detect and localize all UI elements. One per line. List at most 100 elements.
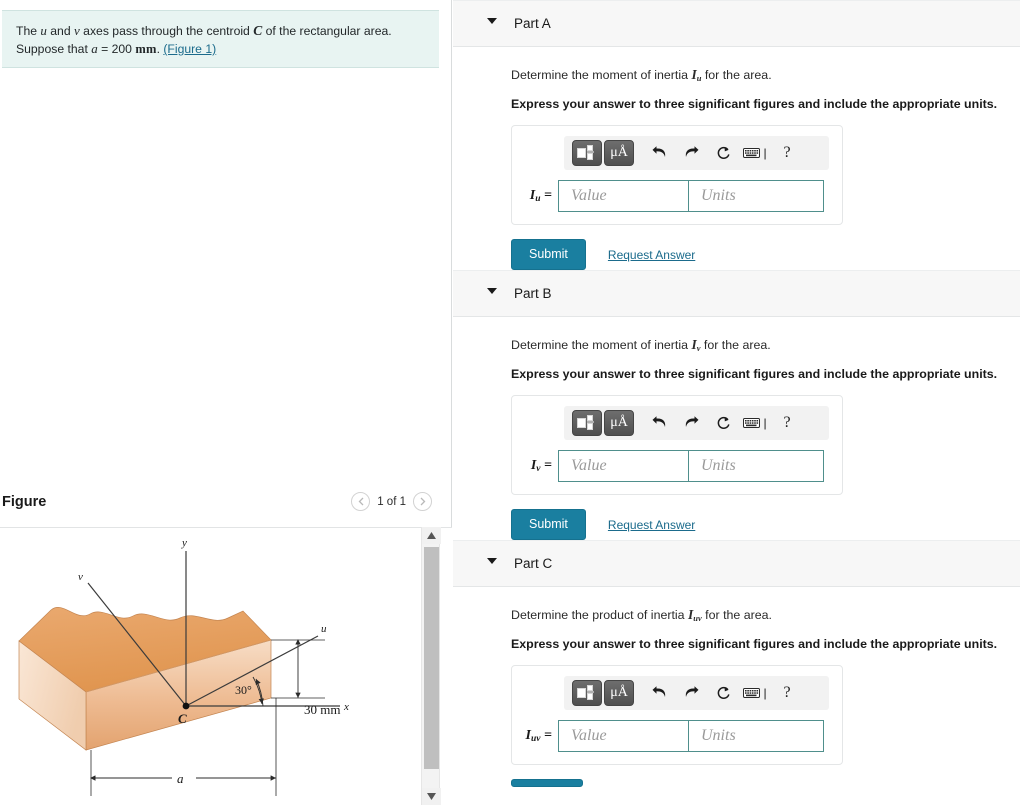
redo-icon xyxy=(685,416,698,427)
toolbar-undo-button[interactable] xyxy=(644,410,674,436)
request-answer-link-a[interactable]: Request Answer xyxy=(608,248,695,262)
prompt-prefix: Determine the product of inertia xyxy=(511,608,689,622)
answer-box-a: μÅ | ? Iu = Value Units xyxy=(511,125,843,225)
chevron-left-icon xyxy=(358,497,364,506)
prompt-suffix: for the area. xyxy=(701,68,772,82)
figure-diagram: y x u v C 30° 30 mm a xyxy=(18,537,349,796)
value-placeholder: Value xyxy=(571,187,607,204)
part-header-c[interactable]: Part C xyxy=(453,540,1020,587)
toolbar-undo-button[interactable] xyxy=(644,680,674,706)
units-mu-angstrom-icon: μÅ xyxy=(610,145,628,160)
statement-mid: and xyxy=(46,24,74,38)
triangle-up-icon xyxy=(427,532,436,539)
part-title-b: Part B xyxy=(514,286,552,301)
chevron-right-icon xyxy=(420,497,425,506)
problem-statement-text: The u and v axes pass through the centro… xyxy=(16,22,425,58)
keyboard-icon: | xyxy=(743,686,767,700)
toolbar-redo-button[interactable] xyxy=(676,140,706,166)
value-input-c[interactable]: Value xyxy=(558,720,688,752)
figure-prev-button[interactable] xyxy=(351,492,371,511)
answer-input-row-a: Iu = Value Units xyxy=(522,180,832,212)
answer-input-row-b: Iv = Value Units xyxy=(522,450,832,482)
units-input-b[interactable]: Units xyxy=(688,450,824,482)
answer-label-equals: = xyxy=(540,457,552,473)
caret-down-icon[interactable] xyxy=(487,18,497,24)
template-icon xyxy=(577,145,594,160)
scroll-up-button[interactable] xyxy=(422,527,441,544)
figure-panel-title: Figure xyxy=(2,494,47,510)
submit-button-a[interactable]: Submit xyxy=(511,239,586,270)
height-label: 30 mm xyxy=(304,702,340,717)
answer-label-equals: = xyxy=(540,727,552,743)
help-icon: ? xyxy=(783,684,791,701)
toolbar-undo-button[interactable] xyxy=(644,140,674,166)
toolbar-keyboard-button[interactable]: | xyxy=(740,680,770,706)
answer-label-equals: = xyxy=(540,187,552,203)
centroid-point xyxy=(182,702,190,710)
caret-down-icon[interactable] xyxy=(487,288,497,294)
left-panel: The u and v axes pass through the centro… xyxy=(0,0,452,805)
v-axis-label: v xyxy=(78,571,83,583)
submit-button-c[interactable] xyxy=(511,779,583,787)
units-input-a[interactable]: Units xyxy=(688,180,824,212)
toolbar-units-mu-angstrom-button[interactable]: μÅ xyxy=(604,140,634,166)
submit-button-b[interactable]: Submit xyxy=(511,509,586,540)
toolbar-reset-button[interactable] xyxy=(708,680,738,706)
toolbar-template-button[interactable] xyxy=(572,140,602,166)
toolbar-help-button[interactable]: ? xyxy=(772,680,802,706)
part-body-a: Determine the moment of inertia Iu for t… xyxy=(453,47,1020,270)
problem-statement-box: The u and v axes pass through the centro… xyxy=(2,10,439,68)
parts-panel: Part A Determine the moment of inertia I… xyxy=(453,0,1020,805)
part-section-c: Part C Determine the product of inertia … xyxy=(453,540,1020,787)
toolbar-reset-button[interactable] xyxy=(708,140,738,166)
toolbar-keyboard-button[interactable]: | xyxy=(740,140,770,166)
help-icon: ? xyxy=(783,414,791,431)
toolbar-units-mu-angstrom-button[interactable]: μÅ xyxy=(604,680,634,706)
toolbar-redo-button[interactable] xyxy=(676,680,706,706)
figure-header: Figure 1 of 1 xyxy=(0,492,452,526)
undo-icon xyxy=(652,686,665,697)
scroll-down-button[interactable] xyxy=(422,788,441,805)
figure-next-button[interactable] xyxy=(413,492,432,511)
undo-icon xyxy=(652,146,665,157)
a-value: = 200 xyxy=(97,42,136,56)
part-header-b[interactable]: Part B xyxy=(453,270,1020,317)
answer-input-row-c: Iuv = Value Units xyxy=(522,720,832,752)
toolbar-keyboard-button[interactable]: | xyxy=(740,410,770,436)
caret-down-icon[interactable] xyxy=(487,558,497,564)
units-input-c[interactable]: Units xyxy=(688,720,824,752)
part-section-b: Part B Determine the moment of inertia I… xyxy=(453,270,1020,540)
help-icon: ? xyxy=(783,144,791,161)
figure-scrollbar[interactable] xyxy=(421,527,441,805)
scroll-thumb[interactable] xyxy=(424,547,439,769)
part-title-c: Part C xyxy=(514,556,553,571)
u-axis-label: u xyxy=(321,623,327,635)
reset-icon xyxy=(717,416,730,429)
toolbar-reset-button[interactable] xyxy=(708,410,738,436)
value-input-b[interactable]: Value xyxy=(558,450,688,482)
statement-end: of the rectangular area. xyxy=(262,24,392,38)
figure-1-link[interactable]: (Figure 1) xyxy=(163,42,216,56)
toolbar-help-button[interactable]: ? xyxy=(772,410,802,436)
centroid-symbol: C xyxy=(253,23,263,38)
toolbar-help-button[interactable]: ? xyxy=(772,140,802,166)
toolbar-units-mu-angstrom-button[interactable]: μÅ xyxy=(604,410,634,436)
part-prompt-a: Determine the moment of inertia Iu for t… xyxy=(511,67,1020,83)
statement-post: axes pass through the centroid xyxy=(79,24,254,38)
toolbar-template-button[interactable] xyxy=(572,410,602,436)
units-placeholder: Units xyxy=(701,727,736,744)
answer-toolbar-c: μÅ | ? xyxy=(564,676,829,710)
request-answer-link-b[interactable]: Request Answer xyxy=(608,518,695,532)
statement-prefix: The xyxy=(16,24,41,38)
prompt-prefix: Determine the moment of inertia xyxy=(511,68,692,82)
part-header-a[interactable]: Part A xyxy=(453,0,1020,47)
prompt-subscript: uv xyxy=(693,612,702,623)
template-icon xyxy=(577,685,594,700)
toolbar-redo-button[interactable] xyxy=(676,410,706,436)
keyboard-icon: | xyxy=(743,416,767,430)
value-placeholder: Value xyxy=(571,727,607,744)
value-input-a[interactable]: Value xyxy=(558,180,688,212)
figure-viewport[interactable]: y x u v C 30° 30 mm a xyxy=(0,527,452,805)
x-axis-label: x xyxy=(343,701,349,713)
toolbar-template-button[interactable] xyxy=(572,680,602,706)
